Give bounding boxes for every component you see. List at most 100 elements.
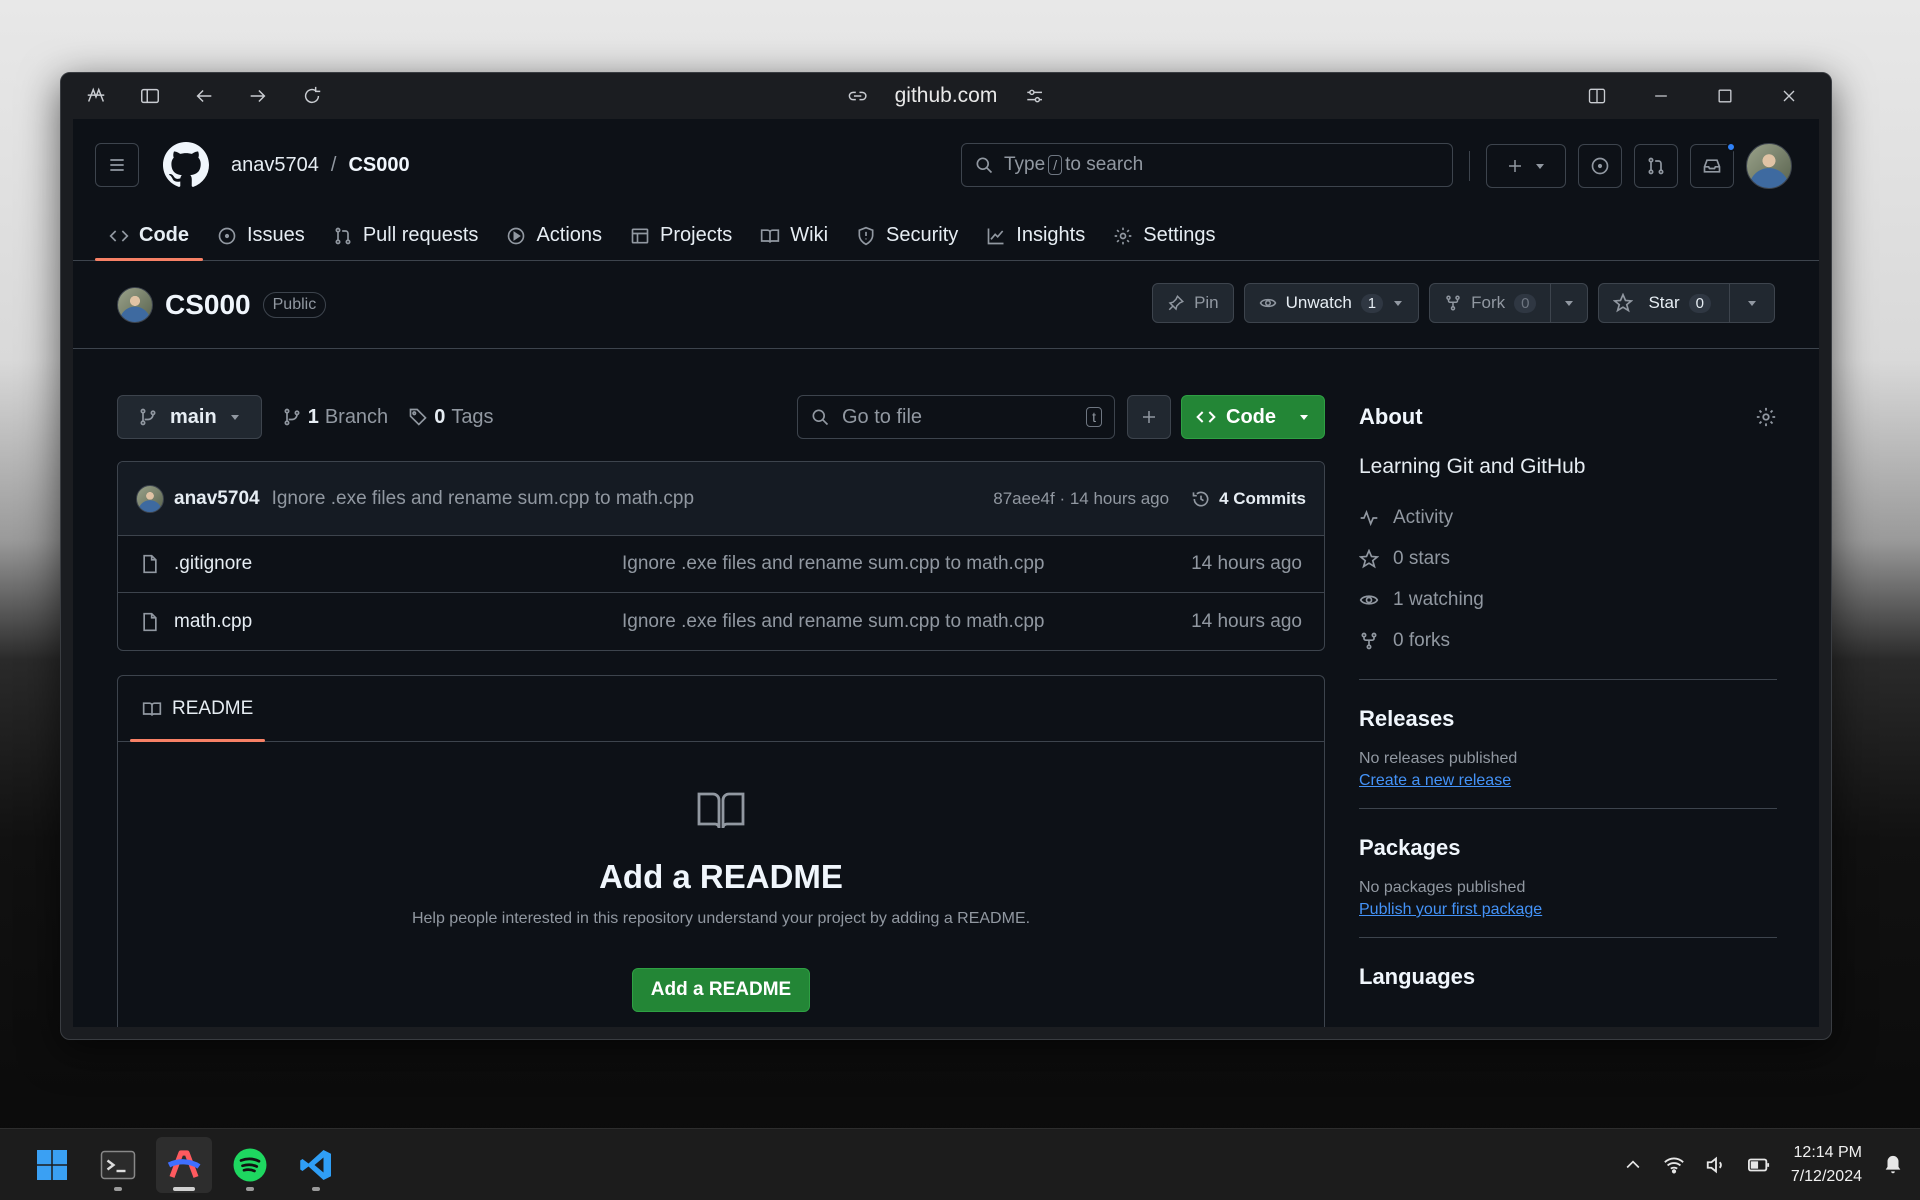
chevron-up-icon[interactable] [1623, 1155, 1643, 1175]
tab-code[interactable]: Code [95, 211, 203, 261]
activity-link[interactable]: Activity [1359, 497, 1777, 538]
tab-projects[interactable]: Projects [616, 211, 746, 260]
back-icon[interactable] [181, 76, 227, 116]
table-row[interactable]: .gitignore Ignore .exe files and rename … [118, 536, 1324, 593]
add-file-button[interactable] [1127, 395, 1171, 439]
repo-title-bar: CS000 Public Pin Unwatch 1 Fork 0 Star 0 [73, 261, 1819, 349]
create-new-button[interactable] [1486, 144, 1566, 188]
tab-security[interactable]: Security [842, 211, 972, 260]
tab-readme[interactable]: README [130, 676, 266, 742]
triangle-down-icon [1748, 301, 1756, 306]
commit-author[interactable]: anav5704 [174, 488, 260, 510]
commit-meta[interactable]: 87aee4f · 14 hours ago [993, 489, 1169, 509]
pin-button[interactable]: Pin [1152, 283, 1234, 323]
github-header: anav5704 / CS000 Type / to search [73, 119, 1819, 211]
search-placeholder: Type / to search [1004, 154, 1144, 175]
add-readme-button[interactable]: Add a README [631, 968, 811, 1012]
triangle-down-icon [1300, 415, 1308, 420]
tab-pull-requests[interactable]: Pull requests [319, 211, 493, 260]
triangle-down-icon [1536, 164, 1544, 169]
commit-message[interactable]: Ignore .exe files and rename sum.cpp to … [272, 488, 694, 510]
file-commit-message[interactable]: Ignore .exe files and rename sum.cpp to … [622, 553, 1044, 575]
address-bar[interactable]: github.com [847, 84, 1046, 108]
wifi-icon[interactable] [1663, 1154, 1685, 1176]
create-release-link[interactable]: Create a new release [1359, 772, 1511, 790]
close-icon[interactable] [1759, 76, 1819, 116]
clock-time: 12:14 PM [1793, 1143, 1862, 1161]
split-view-icon[interactable] [1567, 76, 1627, 116]
user-avatar[interactable] [1746, 143, 1792, 189]
star-button[interactable]: Star 0 [1598, 283, 1775, 323]
browser-app[interactable] [156, 1136, 212, 1193]
tab-wiki[interactable]: Wiki [746, 211, 842, 260]
pin-icon [1168, 294, 1185, 311]
breadcrumb-owner[interactable]: anav5704 [231, 154, 319, 177]
repo-nav: Code Issues Pull requests Actions Projec… [73, 211, 1819, 261]
shortcut-key: t [1086, 407, 1102, 427]
spotify-app[interactable] [222, 1137, 278, 1193]
tab-actions[interactable]: Actions [492, 211, 616, 260]
breadcrumb-repo[interactable]: CS000 [348, 154, 409, 177]
tab-insights[interactable]: Insights [972, 211, 1099, 260]
maximize-icon[interactable] [1695, 76, 1755, 116]
star-icon [1359, 548, 1379, 568]
publish-package-link[interactable]: Publish your first package [1359, 901, 1542, 919]
shield-icon [858, 226, 874, 245]
fork-button[interactable]: Fork 0 [1429, 283, 1589, 323]
gear-icon[interactable] [1755, 406, 1777, 428]
tags-link[interactable]: 0 Tags [408, 406, 494, 429]
menu-button[interactable] [95, 143, 139, 187]
github-logo-icon[interactable] [163, 142, 209, 188]
commit-author-avatar[interactable] [136, 484, 164, 513]
start-button[interactable] [24, 1137, 80, 1193]
fork-dropdown[interactable] [1550, 284, 1587, 322]
inbox-button[interactable] [1690, 142, 1736, 188]
terminal-app[interactable] [90, 1137, 146, 1193]
unwatch-button[interactable]: Unwatch 1 [1243, 283, 1420, 323]
clock[interactable]: 12:14 PM 7/12/2024 [1791, 1141, 1862, 1189]
packages-title[interactable]: Packages [1359, 835, 1777, 861]
forks-link[interactable]: 0 forks [1359, 620, 1777, 661]
pull-requests-button[interactable] [1634, 144, 1678, 188]
languages-title: Languages [1359, 964, 1476, 989]
code-button[interactable]: Code [1181, 395, 1325, 439]
releases-title[interactable]: Releases [1359, 706, 1777, 732]
search-input[interactable]: Type / to search [961, 143, 1453, 187]
stars-link[interactable]: 0 stars [1359, 538, 1777, 579]
repo-sidebar: About Learning Git and GitHub Activity 0… [1359, 395, 1777, 990]
browser-titlebar: github.com [61, 73, 1831, 119]
go-to-file-input[interactable]: Go to file t [797, 395, 1115, 439]
file-name[interactable]: .gitignore [174, 553, 252, 575]
search-icon [812, 409, 829, 426]
branch-selector[interactable]: main [117, 395, 262, 439]
battery-icon[interactable] [1747, 1154, 1771, 1176]
forward-icon[interactable] [235, 76, 281, 116]
branches-link[interactable]: 1 Branch [282, 406, 388, 429]
file-name[interactable]: math.cpp [174, 611, 252, 633]
plus-icon [1143, 411, 1155, 423]
address-url[interactable]: github.com [895, 84, 998, 108]
table-row[interactable]: math.cpp Ignore .exe files and rename su… [118, 593, 1324, 650]
vscode-app[interactable] [288, 1137, 344, 1193]
browser-logo-icon[interactable] [73, 76, 119, 116]
breadcrumb: anav5704 / CS000 [231, 154, 410, 177]
issues-button[interactable] [1578, 144, 1622, 188]
commits-link[interactable]: 4 Commits [1191, 489, 1306, 509]
volume-icon[interactable] [1705, 1154, 1727, 1176]
readme-panel: README Add a README Help people interest… [117, 675, 1325, 1027]
taskbar: 12:14 PM 7/12/2024 [0, 1128, 1920, 1200]
owner-avatar[interactable] [117, 286, 153, 323]
file-time: 14 hours ago [1191, 553, 1302, 574]
site-settings-icon[interactable] [1023, 85, 1045, 107]
bell-icon[interactable] [1882, 1154, 1904, 1176]
code-icon [109, 229, 129, 242]
book-icon [142, 701, 162, 716]
minimize-icon[interactable] [1631, 76, 1691, 116]
file-commit-message[interactable]: Ignore .exe files and rename sum.cpp to … [622, 611, 1044, 633]
watching-link[interactable]: 1 watching [1359, 579, 1777, 620]
star-dropdown[interactable] [1729, 284, 1774, 322]
tab-settings[interactable]: Settings [1099, 211, 1229, 260]
tab-issues[interactable]: Issues [203, 211, 319, 260]
sidebar-toggle-icon[interactable] [127, 76, 173, 116]
reload-icon[interactable] [289, 76, 335, 116]
